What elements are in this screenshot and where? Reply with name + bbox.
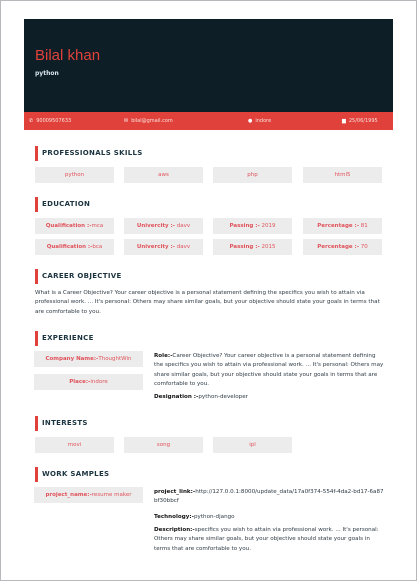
edu-percentage: Percentage :- 70 <box>303 239 382 255</box>
company-chip: Company Name:- ThoughtWin <box>34 351 143 367</box>
candidate-name: Bilal khan <box>35 47 101 64</box>
place-chip: Place:- indore <box>34 374 143 390</box>
edu-percentage: Percentage :- 81 <box>303 218 382 234</box>
work-heading: WORK SAMPLES <box>35 467 109 482</box>
interests-heading: INTERESTS <box>35 416 88 431</box>
role-text: Role:-Career Objective? Your career obje… <box>154 353 384 387</box>
edu-passing: Passing :- 2015 <box>213 239 292 255</box>
email-text: bilal@gmail.com <box>131 118 173 124</box>
designation-text: Designation :-python-developer <box>154 394 248 400</box>
resume-header: Bilal khan python <box>24 19 393 112</box>
objective-text: What is a Career Objective? Your career … <box>35 290 380 315</box>
skill-chip: python <box>35 167 114 183</box>
objective-heading: CAREER OBJECTIVE <box>35 269 122 284</box>
calendar-icon: ▆ <box>342 118 346 124</box>
edu-passing: Passing :- 2019 <box>213 218 292 234</box>
globe-icon: ● <box>248 118 253 124</box>
edu-qualification: Qualification :- bca <box>35 239 114 255</box>
interest-chip: ipl <box>213 437 292 453</box>
description-text: Description:-specifics you wish to attai… <box>154 527 379 552</box>
dob-text: 25/06/1995 <box>348 118 378 124</box>
interest-chip: song <box>124 437 203 453</box>
technology-text: Technology:-python-django <box>154 514 235 520</box>
location-text: indore <box>255 118 272 124</box>
experience-heading: EXPERIENCE <box>35 331 94 346</box>
edu-university: Univercity :- davv <box>124 239 203 255</box>
envelope-icon: ✉ <box>124 118 129 124</box>
education-heading: EDUCATION <box>35 197 90 212</box>
contact-location: ● indore <box>248 118 271 124</box>
project-link[interactable]: project_link:-http://127.0.0.1:8000/upda… <box>154 488 384 507</box>
project-name-chip: project_name:- resume maker <box>34 487 143 503</box>
edu-qualification: Qualification :- mca <box>35 218 114 234</box>
edu-university: Univercity :- davv <box>124 218 203 234</box>
skills-heading: PROFESSIONALS SKILLS <box>35 146 143 161</box>
contact-email: ✉ bilal@gmail.com <box>124 118 173 124</box>
skill-chip: php <box>213 167 292 183</box>
skill-chip: aws <box>124 167 203 183</box>
interest-chip: movi <box>35 437 114 453</box>
phone-text: 90009507633 <box>36 118 72 124</box>
contact-dob: ▆ 25/06/1995 <box>342 118 378 124</box>
skill-chip: html5 <box>303 167 382 183</box>
contact-bar: ✆ 90009507633 ✉ bilal@gmail.com ● indore ▆ 2… <box>24 112 393 130</box>
contact-phone: ✆ 90009507633 <box>29 118 71 124</box>
candidate-title: python <box>35 70 59 77</box>
phone-icon: ✆ <box>29 118 34 124</box>
